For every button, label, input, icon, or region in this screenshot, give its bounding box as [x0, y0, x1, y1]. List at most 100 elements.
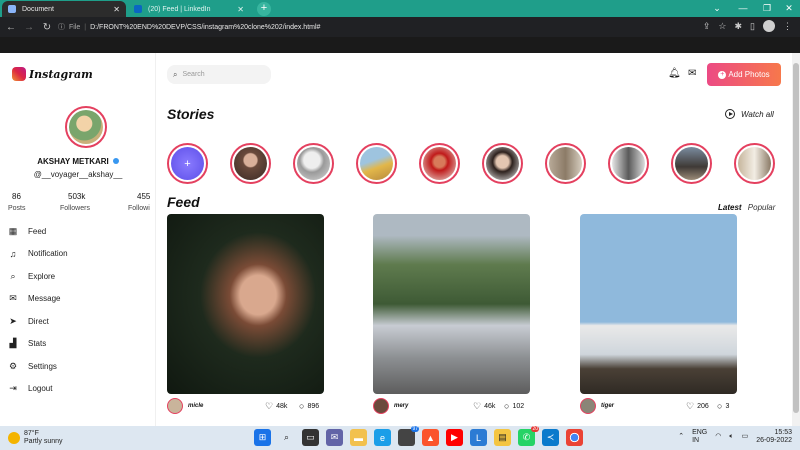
watch-all-button[interactable]: Watch all — [725, 109, 774, 119]
story-item[interactable] — [671, 143, 712, 184]
extensions-icon[interactable]: ✱ — [735, 21, 743, 32]
avatar[interactable] — [580, 398, 596, 414]
tab-popular[interactable]: Popular — [748, 203, 776, 212]
new-tab-button[interactable]: + — [257, 2, 271, 16]
sidebar-item-feed[interactable]: ▦ Feed — [8, 220, 68, 243]
sidebar-item-notification[interactable]: ♫ Notification — [8, 243, 68, 266]
notification-badge: 20 — [531, 426, 539, 432]
search-input[interactable]: ⌕ Search — [167, 65, 271, 84]
feed-post[interactable] — [167, 214, 324, 394]
sidebar-item-stats[interactable]: ▟ Stats — [8, 333, 68, 356]
file-explorer-icon[interactable]: ▬ — [350, 429, 367, 446]
lang: ENG — [692, 429, 708, 436]
brand-logo[interactable]: Instagram — [12, 67, 93, 81]
weather-widget[interactable]: 87°F Partly sunny — [8, 430, 63, 446]
windows-start-icon[interactable]: ⊞ — [254, 429, 271, 446]
post-comments[interactable]: ○ 896 — [299, 401, 319, 411]
notification-bell-icon[interactable]: 🔔︎ — [668, 68, 681, 79]
url-separator: | — [84, 23, 87, 31]
sidebar-item-message[interactable]: ✉ Message — [8, 288, 68, 311]
mail-icon[interactable]: ✉ — [688, 68, 696, 79]
profile-avatar[interactable] — [763, 20, 775, 32]
story-item[interactable] — [419, 143, 460, 184]
youtube-icon[interactable]: ▶ — [446, 429, 463, 446]
feed-post[interactable] — [373, 214, 530, 394]
store-icon[interactable]: 97 — [398, 426, 419, 446]
clock[interactable]: 15:53 26-09-2022 — [756, 429, 792, 445]
sidebar-item-logout[interactable]: ⇥ Logout — [8, 378, 68, 401]
post-likes[interactable]: ♡ 46k — [473, 401, 495, 412]
tab-search-icon[interactable]: ⌄ — [704, 0, 730, 17]
brave-icon[interactable]: ▲ — [422, 429, 439, 446]
menu-kebab-icon[interactable]: ⋮ — [783, 21, 792, 32]
story-item[interactable] — [482, 143, 523, 184]
reload-icon[interactable]: ↻ — [40, 22, 54, 33]
post-comments[interactable]: ○ 102 — [504, 401, 524, 411]
language-indicator[interactable]: ENG IN — [692, 429, 707, 445]
whatsapp-icon[interactable]: ✆ 20 — [518, 426, 539, 446]
feed-post[interactable] — [580, 214, 737, 394]
sidebar-item-direct[interactable]: ➤ Direct — [8, 310, 68, 333]
url-scheme: File — [69, 23, 81, 31]
profile-avatar[interactable] — [65, 106, 107, 148]
story-item[interactable] — [293, 143, 334, 184]
weather-text: 87°F Partly sunny — [24, 430, 63, 446]
edge-icon[interactable]: e — [374, 429, 391, 446]
address-bar[interactable]: ⓘ File | D:/FRONT%20END%20DEVP/CSS/insta… — [58, 20, 728, 34]
story-item[interactable] — [608, 143, 649, 184]
sidepanel-icon[interactable]: ▯ — [750, 21, 755, 32]
tab-label: (20) Feed | LinkedIn — [148, 5, 211, 13]
post-likes[interactable]: ♡ 48k — [265, 401, 287, 412]
browser-tab-document[interactable]: Document ✕ — [2, 1, 126, 17]
post-username[interactable]: mery — [394, 403, 408, 409]
chrome-icon[interactable] — [566, 429, 583, 446]
browser-tab-linkedin[interactable]: (20) Feed | LinkedIn ✕ — [128, 1, 250, 17]
bookmark-star-icon[interactable]: ☆ — [718, 21, 726, 32]
system-tray: ⌃ ENG IN ◠ 🔈︎ ▭ 15:53 26-09-2022 — [678, 429, 792, 445]
sidebar-item-settings[interactable]: ⚙ Settings — [8, 355, 68, 378]
window-close-icon[interactable]: ✕ — [776, 0, 800, 17]
post-comments[interactable]: ○ 3 — [717, 401, 729, 411]
tab-latest[interactable]: Latest — [718, 203, 742, 212]
story-add[interactable]: + — [167, 143, 208, 184]
search-icon[interactable]: ⌕ — [278, 429, 295, 446]
windows-taskbar: 87°F Partly sunny ⊞ ⌕ ▭ ✉ ▬ e 97 ▲ ▶ L ▤… — [0, 426, 800, 450]
minimize-icon[interactable]: — — [730, 0, 756, 17]
close-tab-icon[interactable]: ✕ — [237, 5, 244, 14]
chat-icon[interactable]: ✉ — [326, 429, 343, 446]
sidebar-item-explore[interactable]: ⌕ Explore — [8, 265, 68, 288]
chevron-up-icon[interactable]: ⌃ — [678, 433, 684, 441]
volume-icon[interactable]: 🔈︎ — [729, 433, 733, 441]
add-photos-button[interactable]: + Add Photos — [707, 63, 781, 86]
story-item[interactable] — [356, 143, 397, 184]
send-icon: ➤ — [9, 315, 17, 326]
avatar[interactable] — [373, 398, 389, 414]
story-item[interactable] — [734, 143, 775, 184]
back-icon[interactable]: ← — [4, 22, 18, 33]
vscode-icon[interactable]: ≺ — [542, 429, 559, 446]
story-item[interactable] — [230, 143, 271, 184]
post-username[interactable]: micle — [188, 403, 203, 409]
post-username[interactable]: tiger — [601, 403, 614, 409]
share-icon[interactable]: ⇪ — [703, 21, 711, 32]
gear-icon: ⚙ — [8, 360, 18, 371]
feed-title: Feed — [167, 194, 200, 210]
story-thumbnail — [549, 147, 582, 180]
task-view-icon[interactable]: ▭ — [302, 429, 319, 446]
weather-temp: 87°F — [24, 430, 39, 437]
stats-icon: ▟ — [9, 338, 17, 349]
story-thumbnail — [738, 147, 771, 180]
taskbar-apps: ⊞ ⌕ ▭ ✉ ▬ e 97 ▲ ▶ L ▤ ✆ 20 ≺ — [254, 426, 583, 446]
wifi-icon[interactable]: ◠ — [715, 433, 721, 441]
forward-icon[interactable]: → — [22, 22, 36, 33]
likes-count: 48k — [276, 402, 288, 410]
l-app-icon[interactable]: L — [470, 429, 487, 446]
story-item[interactable] — [545, 143, 586, 184]
page-scrollbar[interactable] — [792, 53, 800, 426]
sticky-notes-icon[interactable]: ▤ — [494, 429, 511, 446]
scrollbar-thumb[interactable] — [793, 63, 799, 413]
battery-icon[interactable]: ▭ — [742, 433, 749, 441]
post-likes[interactable]: ♡ 206 — [686, 401, 709, 412]
close-tab-icon[interactable]: ✕ — [113, 5, 120, 14]
avatar[interactable] — [167, 398, 183, 414]
